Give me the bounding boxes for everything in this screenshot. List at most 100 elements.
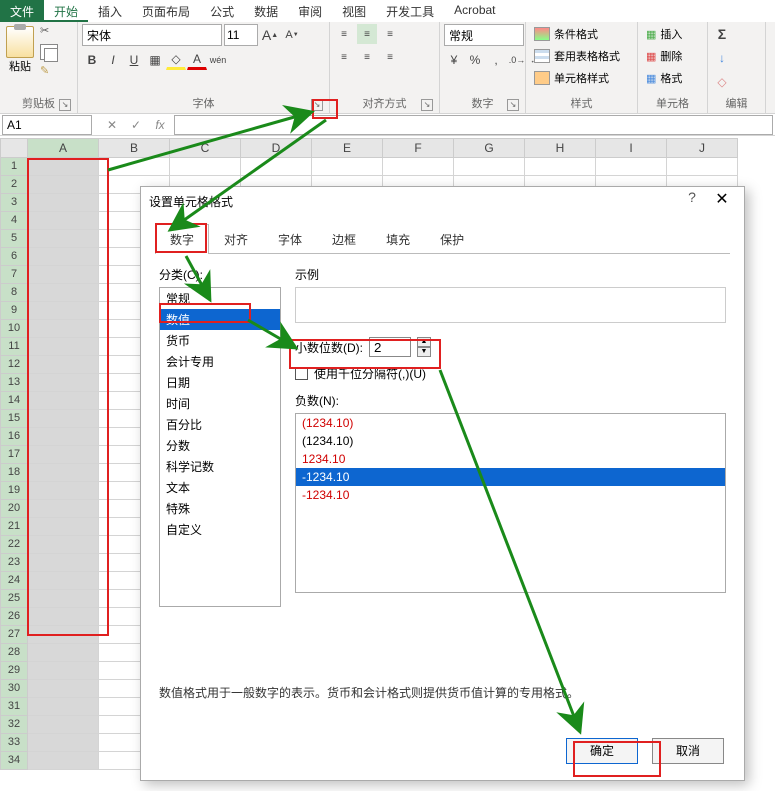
cell[interactable]	[596, 158, 667, 176]
cell[interactable]	[99, 158, 170, 176]
negative-item[interactable]: (1234.10)	[296, 414, 725, 432]
row-header-19[interactable]: 19	[0, 482, 28, 500]
col-header-I[interactable]: I	[596, 138, 667, 158]
dialog-tab-填充[interactable]: 填充	[371, 224, 425, 254]
ribbon-tab-插入[interactable]: 插入	[88, 0, 132, 22]
row-header-31[interactable]: 31	[0, 698, 28, 716]
border-button[interactable]: ▦	[145, 50, 165, 70]
negative-item[interactable]: (1234.10)	[296, 432, 725, 450]
row-header-27[interactable]: 27	[0, 626, 28, 644]
cancel-entry-icon[interactable]: ✕	[100, 115, 124, 135]
cell[interactable]	[28, 518, 99, 536]
cell[interactable]	[28, 158, 99, 176]
decimals-input[interactable]	[369, 337, 411, 357]
comma-button[interactable]: ,	[486, 50, 506, 70]
col-header-C[interactable]: C	[170, 138, 241, 158]
number-format-select[interactable]	[444, 24, 524, 46]
cell[interactable]	[383, 158, 454, 176]
bold-button[interactable]: B	[82, 50, 102, 70]
cell[interactable]	[667, 158, 738, 176]
row-header-22[interactable]: 22	[0, 536, 28, 554]
dialog-tab-字体[interactable]: 字体	[263, 224, 317, 254]
fx-icon[interactable]: fx	[148, 115, 172, 135]
font-color-button[interactable]: A	[187, 50, 207, 70]
row-header-33[interactable]: 33	[0, 734, 28, 752]
row-header-12[interactable]: 12	[0, 356, 28, 374]
name-box[interactable]	[2, 115, 92, 135]
row-header-30[interactable]: 30	[0, 680, 28, 698]
category-item[interactable]: 货币	[160, 330, 280, 351]
row-header-10[interactable]: 10	[0, 320, 28, 338]
ok-button[interactable]: 确定	[566, 738, 638, 764]
cell[interactable]	[28, 752, 99, 770]
fill-color-button[interactable]: ◇	[166, 50, 186, 70]
col-header-H[interactable]: H	[525, 138, 596, 158]
cell[interactable]	[28, 212, 99, 230]
row-header-34[interactable]: 34	[0, 752, 28, 770]
phonetic-button[interactable]: wén	[208, 50, 228, 70]
row-header-18[interactable]: 18	[0, 464, 28, 482]
align-top-icon[interactable]: ≡	[334, 24, 354, 44]
align-center-icon[interactable]: ≡	[357, 47, 377, 67]
alignment-launcher-icon[interactable]: ↘	[421, 99, 433, 111]
align-right-icon[interactable]: ≡	[380, 47, 400, 67]
row-header-9[interactable]: 9	[0, 302, 28, 320]
negatives-list[interactable]: (1234.10)(1234.10)1234.10-1234.10-1234.1…	[295, 413, 726, 593]
row-header-4[interactable]: 4	[0, 212, 28, 230]
row-header-1[interactable]: 1	[0, 158, 28, 176]
row-header-7[interactable]: 7	[0, 266, 28, 284]
insert-button[interactable]: ▦插入	[642, 24, 686, 44]
currency-button[interactable]: ¥	[444, 50, 464, 70]
percent-button[interactable]: %	[465, 50, 485, 70]
row-header-13[interactable]: 13	[0, 374, 28, 392]
ribbon-tab-页面布局[interactable]: 页面布局	[132, 0, 200, 22]
cell[interactable]	[454, 158, 525, 176]
cell[interactable]	[28, 248, 99, 266]
row-header-2[interactable]: 2	[0, 176, 28, 194]
cell[interactable]	[28, 374, 99, 392]
conditional-format-button[interactable]: 条件格式	[530, 24, 624, 44]
underline-button[interactable]: U	[124, 50, 144, 70]
category-item[interactable]: 自定义	[160, 519, 280, 540]
ribbon-tab-视图[interactable]: 视图	[332, 0, 376, 22]
cell[interactable]	[28, 536, 99, 554]
font-launcher-icon[interactable]: ↘	[311, 99, 323, 111]
clipboard-launcher-icon[interactable]: ↘	[59, 99, 71, 111]
ribbon-tab-审阅[interactable]: 审阅	[288, 0, 332, 22]
cell[interactable]	[28, 392, 99, 410]
row-header-15[interactable]: 15	[0, 410, 28, 428]
cancel-button[interactable]: 取消	[652, 738, 724, 764]
shrink-font-icon[interactable]: A▼	[282, 25, 302, 45]
copy-icon[interactable]	[40, 44, 58, 60]
thousands-checkbox[interactable]	[295, 367, 308, 380]
category-item[interactable]: 文本	[160, 477, 280, 498]
clear-button[interactable]: ◇	[712, 72, 732, 92]
cell[interactable]	[28, 410, 99, 428]
cell[interactable]	[28, 716, 99, 734]
cell[interactable]	[28, 680, 99, 698]
cell[interactable]	[28, 500, 99, 518]
select-all-corner[interactable]	[0, 138, 28, 158]
spinner-up[interactable]: ▲	[417, 337, 431, 347]
table-format-button[interactable]: 套用表格格式	[530, 46, 624, 66]
align-left-icon[interactable]: ≡	[334, 47, 354, 67]
cell[interactable]	[28, 194, 99, 212]
row-header-11[interactable]: 11	[0, 338, 28, 356]
category-item[interactable]: 会计专用	[160, 351, 280, 372]
row-header-8[interactable]: 8	[0, 284, 28, 302]
cell[interactable]	[28, 572, 99, 590]
ribbon-tab-Acrobat[interactable]: Acrobat	[444, 0, 505, 22]
row-header-21[interactable]: 21	[0, 518, 28, 536]
confirm-entry-icon[interactable]: ✓	[124, 115, 148, 135]
cell[interactable]	[28, 356, 99, 374]
grow-font-icon[interactable]: A▲	[260, 25, 280, 45]
cell[interactable]	[28, 734, 99, 752]
category-item[interactable]: 百分比	[160, 414, 280, 435]
cell[interactable]	[241, 158, 312, 176]
negative-item[interactable]: -1234.10	[296, 468, 725, 486]
col-header-D[interactable]: D	[241, 138, 312, 158]
cell[interactable]	[170, 158, 241, 176]
paste-button[interactable]: 粘贴	[4, 24, 36, 76]
align-middle-icon[interactable]: ≡	[357, 24, 377, 44]
format-painter-icon[interactable]: ✎	[40, 64, 58, 80]
